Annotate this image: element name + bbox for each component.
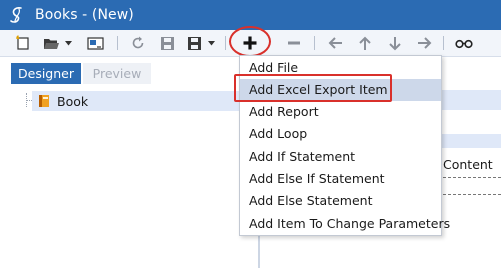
menu-item-add-report[interactable]: Add Report	[240, 101, 441, 123]
toolbar-separator	[117, 36, 118, 50]
tree-pane: Book	[8, 86, 260, 268]
remove-icon[interactable]	[285, 34, 303, 52]
menu-item-add-loop[interactable]: Add Loop	[240, 123, 441, 145]
menu-item-add-else-statement[interactable]: Add Else Statement	[240, 190, 441, 212]
arrow-left-icon[interactable]	[326, 34, 344, 52]
save-icon[interactable]	[158, 34, 176, 52]
arrow-down-icon[interactable]	[386, 34, 404, 52]
grid-row-divider	[443, 177, 501, 178]
toolbar-separator	[314, 36, 315, 50]
refresh-icon[interactable]	[129, 34, 147, 52]
toolbar	[0, 30, 501, 57]
menu-item-add-else-if-statement[interactable]: Add Else If Statement	[240, 168, 441, 190]
tab-designer[interactable]: Designer	[11, 63, 81, 84]
title-bar: Books - (New)	[0, 0, 501, 30]
toolbar-separator	[225, 36, 226, 50]
tree-item-label: Book	[57, 93, 89, 109]
template-icon[interactable]	[86, 34, 104, 52]
tab-preview[interactable]: Preview	[83, 63, 151, 84]
menu-item-add-item-to-change-parameters[interactable]: Add Item To Change Parameters	[240, 213, 450, 235]
menu-item-add-file[interactable]: Add File	[240, 57, 441, 79]
dropdown-arrow-icon[interactable]	[63, 34, 73, 52]
script-s-logo-icon	[6, 4, 28, 26]
grid-row-divider	[443, 194, 501, 195]
save-as-icon[interactable]	[185, 34, 203, 52]
menu-item-add-excel-export-item[interactable]: Add Excel Export Item	[240, 79, 441, 101]
add-dropdown-menu: Add File Add Excel Export Item Add Repor…	[239, 55, 450, 236]
new-item-icon[interactable]	[14, 34, 32, 52]
arrow-up-icon[interactable]	[356, 34, 374, 52]
arrow-right-icon[interactable]	[415, 34, 433, 52]
add-icon[interactable]	[240, 34, 260, 52]
glasses-icon[interactable]	[454, 34, 474, 52]
dropdown-arrow-icon[interactable]	[206, 34, 216, 52]
tree-item-book[interactable]: Book	[32, 91, 254, 111]
book-icon	[37, 94, 51, 108]
open-folder-icon[interactable]	[42, 34, 60, 52]
toolbar-separator	[443, 36, 444, 50]
window-title: Books - (New)	[35, 7, 134, 23]
column-header-content[interactable]: Content	[443, 157, 493, 172]
menu-item-add-if-statement[interactable]: Add If Statement	[240, 146, 441, 168]
